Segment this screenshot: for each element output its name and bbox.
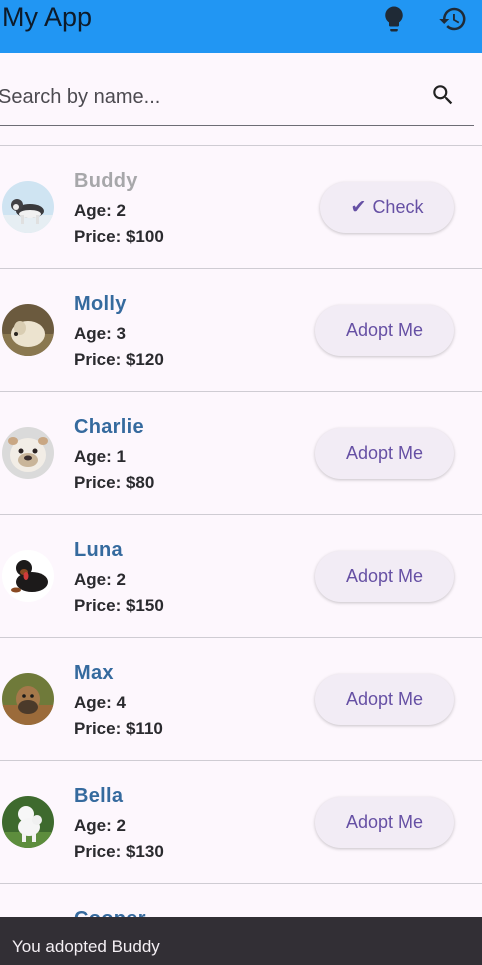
adopt-me-button[interactable]: Adopt Me [314, 674, 454, 725]
pet-list: Buddy Age: 2 Price: $100 ✔ Check Molly A… [0, 145, 482, 923]
list-item: Molly Age: 3 Price: $120 Adopt Me [0, 268, 482, 391]
pet-price: Price: $120 [74, 350, 164, 369]
pet-name: Charlie [74, 416, 144, 438]
search-input[interactable] [0, 82, 418, 112]
checkmark-icon: ✔ [350, 197, 367, 218]
pet-age: Age: 3 [74, 324, 126, 343]
pet-price: Price: $130 [74, 842, 164, 861]
pet-price: Price: $100 [74, 227, 164, 246]
adopt-me-button[interactable]: Adopt Me [314, 551, 454, 602]
pet-price: Price: $80 [74, 473, 155, 492]
pet-price: Price: $150 [74, 596, 164, 615]
pet-avatar-labrador [2, 304, 54, 356]
pet-age: Age: 2 [74, 816, 126, 835]
pet-avatar-bulldog [2, 427, 54, 479]
app-bar: My App [0, 0, 482, 53]
pet-name: Bella [74, 785, 124, 807]
adopt-me-button[interactable]: Adopt Me [314, 305, 454, 356]
pet-price: Price: $110 [74, 719, 163, 738]
lightbulb-icon[interactable] [379, 4, 409, 34]
pet-avatar-husky [2, 181, 54, 233]
pet-name: Max [74, 662, 114, 684]
list-item: Charlie Age: 1 Price: $80 Adopt Me [0, 391, 482, 514]
pet-name: Buddy [74, 170, 138, 192]
search-field [0, 70, 474, 126]
check-button[interactable]: ✔ Check [320, 182, 454, 233]
button-label: Check [372, 197, 424, 217]
pet-age: Age: 2 [74, 570, 126, 589]
pet-age: Age: 4 [74, 693, 126, 712]
pet-avatar-poodle [2, 796, 54, 848]
pet-name: Molly [74, 293, 127, 315]
adopt-me-button[interactable]: Adopt Me [314, 428, 454, 479]
history-icon[interactable] [438, 4, 468, 34]
pet-age: Age: 2 [74, 201, 126, 220]
pet-avatar-yorkie [2, 673, 54, 725]
pet-name: Luna [74, 539, 123, 561]
search-icon[interactable] [430, 82, 456, 108]
snackbar: You adopted Buddy [0, 917, 482, 965]
pet-avatar-rottweiler [2, 550, 54, 602]
app-title: My App [2, 2, 93, 32]
list-item: Luna Age: 2 Price: $150 Adopt Me [0, 514, 482, 637]
list-item: Buddy Age: 2 Price: $100 ✔ Check [0, 145, 482, 268]
snackbar-message: You adopted Buddy [12, 937, 160, 956]
adopt-me-button[interactable]: Adopt Me [314, 797, 454, 848]
list-item: Bella Age: 2 Price: $130 Adopt Me [0, 760, 482, 883]
pet-age: Age: 1 [74, 447, 126, 466]
list-item: Max Age: 4 Price: $110 Adopt Me [0, 637, 482, 760]
